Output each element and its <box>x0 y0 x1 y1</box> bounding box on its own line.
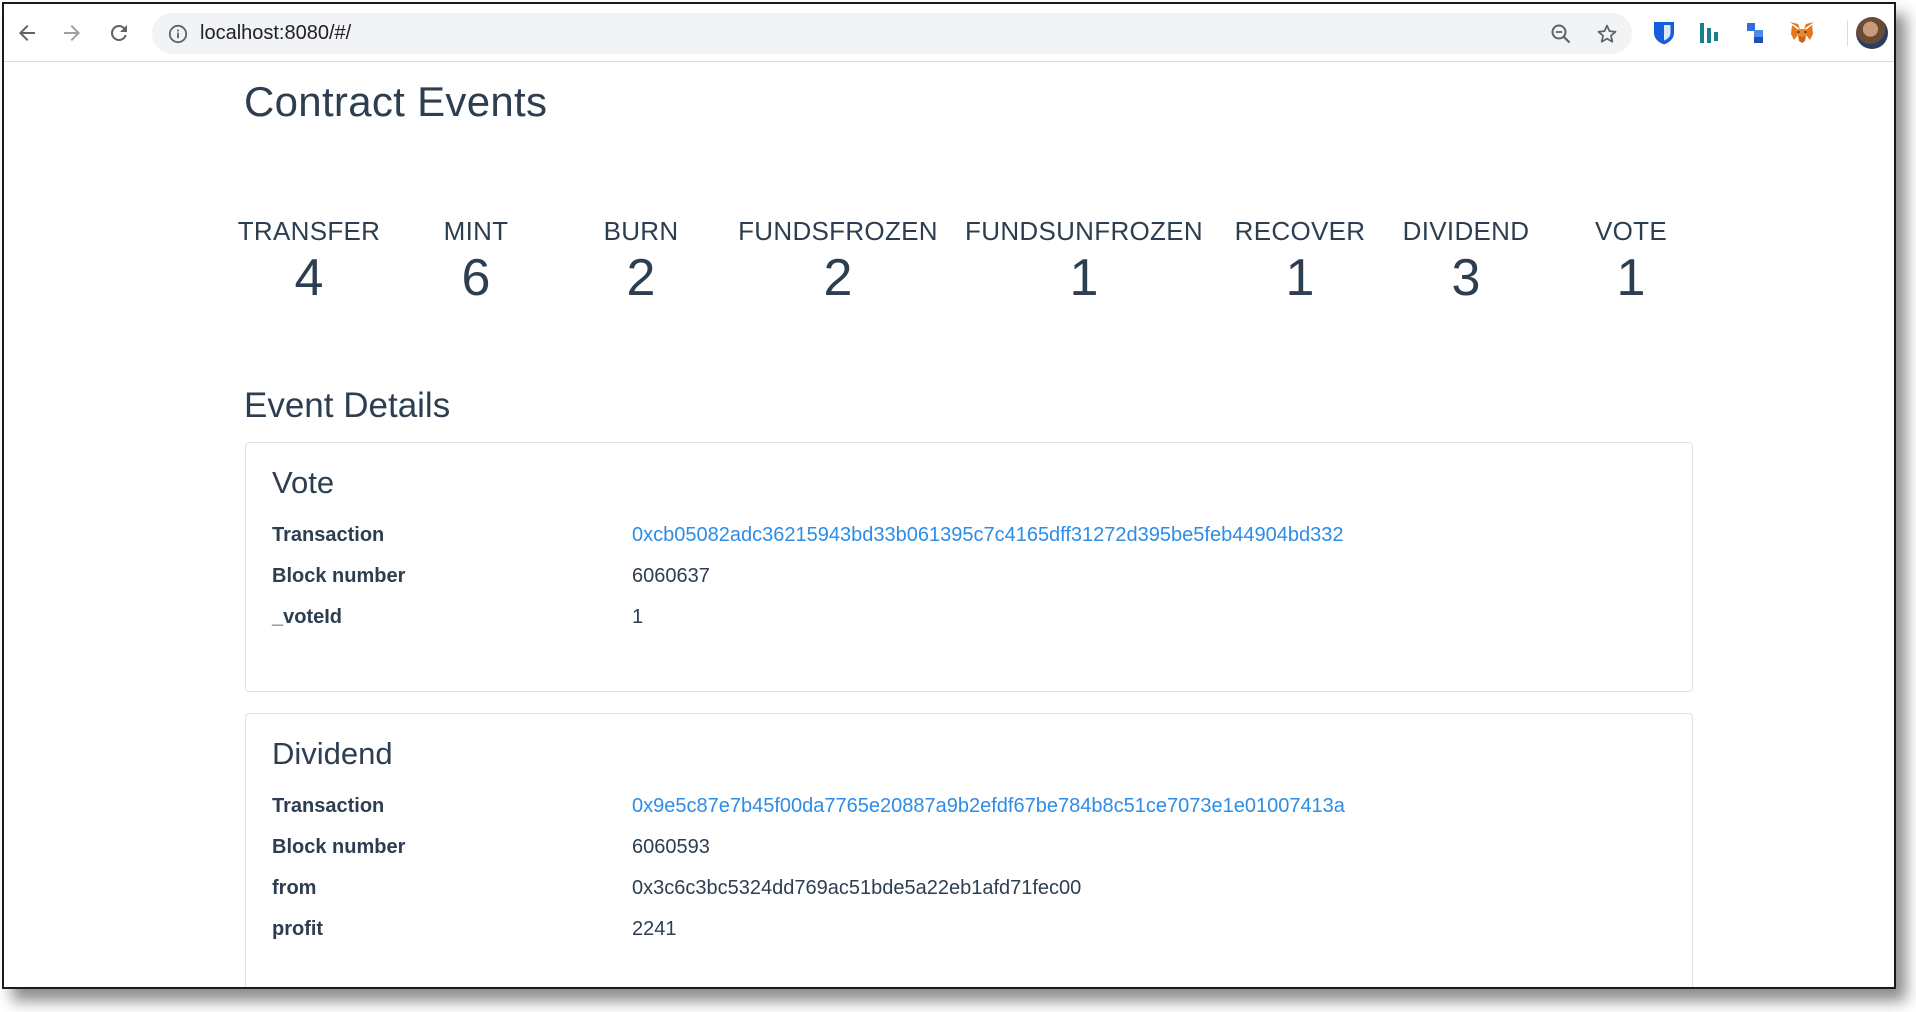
event-count-dividend: DIVIDEND 3 <box>1403 216 1530 307</box>
event-count-fundsfrozen: FUNDSFROZEN 2 <box>738 216 938 307</box>
profile-avatar[interactable] <box>1856 17 1888 49</box>
event-field-value: 2241 <box>632 918 677 940</box>
event-count-label: FUNDSUNFROZEN <box>965 216 1203 246</box>
transaction-hash-link[interactable]: 0x9e5c87e7b45f00da7765e20887a9b2efdf67be… <box>632 790 1345 822</box>
event-card-vote: Vote Transaction 0xcb05082adc36215943bd3… <box>245 442 1693 692</box>
reload-icon[interactable] <box>104 18 134 48</box>
event-field-key: Transaction <box>272 795 385 817</box>
zoom-out-icon[interactable] <box>1550 23 1572 45</box>
event-count-burn: BURN 2 <box>604 216 679 307</box>
event-count-label: FUNDSFROZEN <box>738 216 938 246</box>
event-card-title: Dividend <box>272 736 393 771</box>
event-field-value: 6060637 <box>632 565 710 587</box>
event-field-key: Block number <box>272 836 406 858</box>
blue-blocks-extension-icon[interactable] <box>1742 20 1768 46</box>
event-field-key: profit <box>272 918 324 940</box>
arrow-right-icon[interactable] <box>57 18 87 48</box>
event-details-title: Event Details <box>244 386 451 425</box>
event-count-vote: VOTE 1 <box>1595 216 1667 307</box>
event-field-key: Transaction <box>272 524 385 546</box>
event-count-label: TRANSFER <box>237 216 381 246</box>
event-count-value: 1 <box>1285 249 1315 307</box>
event-card-dividend: Dividend Transaction 0x9e5c87e7b45f00da7… <box>245 713 1693 987</box>
browser-toolbar: localhost:8080/#/ <box>4 4 1894 62</box>
event-count-fundsunfrozen: FUNDSUNFROZEN 1 <box>965 216 1203 307</box>
star-icon[interactable] <box>1596 23 1618 45</box>
event-count-value: 6 <box>461 249 491 307</box>
event-field-key: Block number <box>272 565 406 587</box>
event-field-value: 0x3c6c3bc5324dd769ac51bde5a22eb1afd71fec… <box>632 877 1082 899</box>
url-text[interactable]: localhost:8080/#/ <box>200 13 1500 54</box>
event-count-label: BURN <box>603 216 679 246</box>
page-content: Contract Events TRANSFER 4 MINT 6 BURN 2… <box>4 62 1894 987</box>
arrow-left-icon[interactable] <box>12 18 42 48</box>
event-count-value: 2 <box>823 249 853 307</box>
toolbar-divider <box>1847 20 1848 46</box>
info-circle-icon[interactable] <box>168 24 188 44</box>
event-card-title: Vote <box>272 465 335 500</box>
event-count-value: 1 <box>1069 249 1099 307</box>
bitwarden-icon[interactable] <box>1651 20 1677 46</box>
event-field-value: 1 <box>632 606 644 628</box>
metamask-fox-icon[interactable] <box>1788 20 1814 46</box>
page-title: Contract Events <box>244 78 548 125</box>
event-field-value: 6060593 <box>632 836 710 858</box>
event-count-value: 2 <box>626 249 656 307</box>
event-count-value: 3 <box>1451 249 1481 307</box>
event-field-key: _voteId <box>272 606 343 628</box>
event-count-value: 1 <box>1616 249 1646 307</box>
event-count-mint: MINT 6 <box>444 216 509 307</box>
event-count-label: VOTE <box>1595 216 1667 246</box>
event-count-recover: RECOVER 1 <box>1235 216 1366 307</box>
chart-extension-icon[interactable] <box>1697 20 1723 46</box>
screenshot-frame: localhost:8080/#/ Contract Events TRANSF… <box>2 2 1896 989</box>
address-bar[interactable]: localhost:8080/#/ <box>152 13 1632 54</box>
event-count-label: RECOVER <box>1234 216 1366 246</box>
transaction-hash-link[interactable]: 0xcb05082adc36215943bd33b061395c7c4165df… <box>632 519 1343 551</box>
event-count-label: MINT <box>443 216 509 246</box>
event-count-label: DIVIDEND <box>1402 216 1530 246</box>
event-count-transfer: TRANSFER 4 <box>238 216 381 307</box>
event-count-value: 4 <box>294 249 324 307</box>
event-field-key: from <box>272 877 317 899</box>
